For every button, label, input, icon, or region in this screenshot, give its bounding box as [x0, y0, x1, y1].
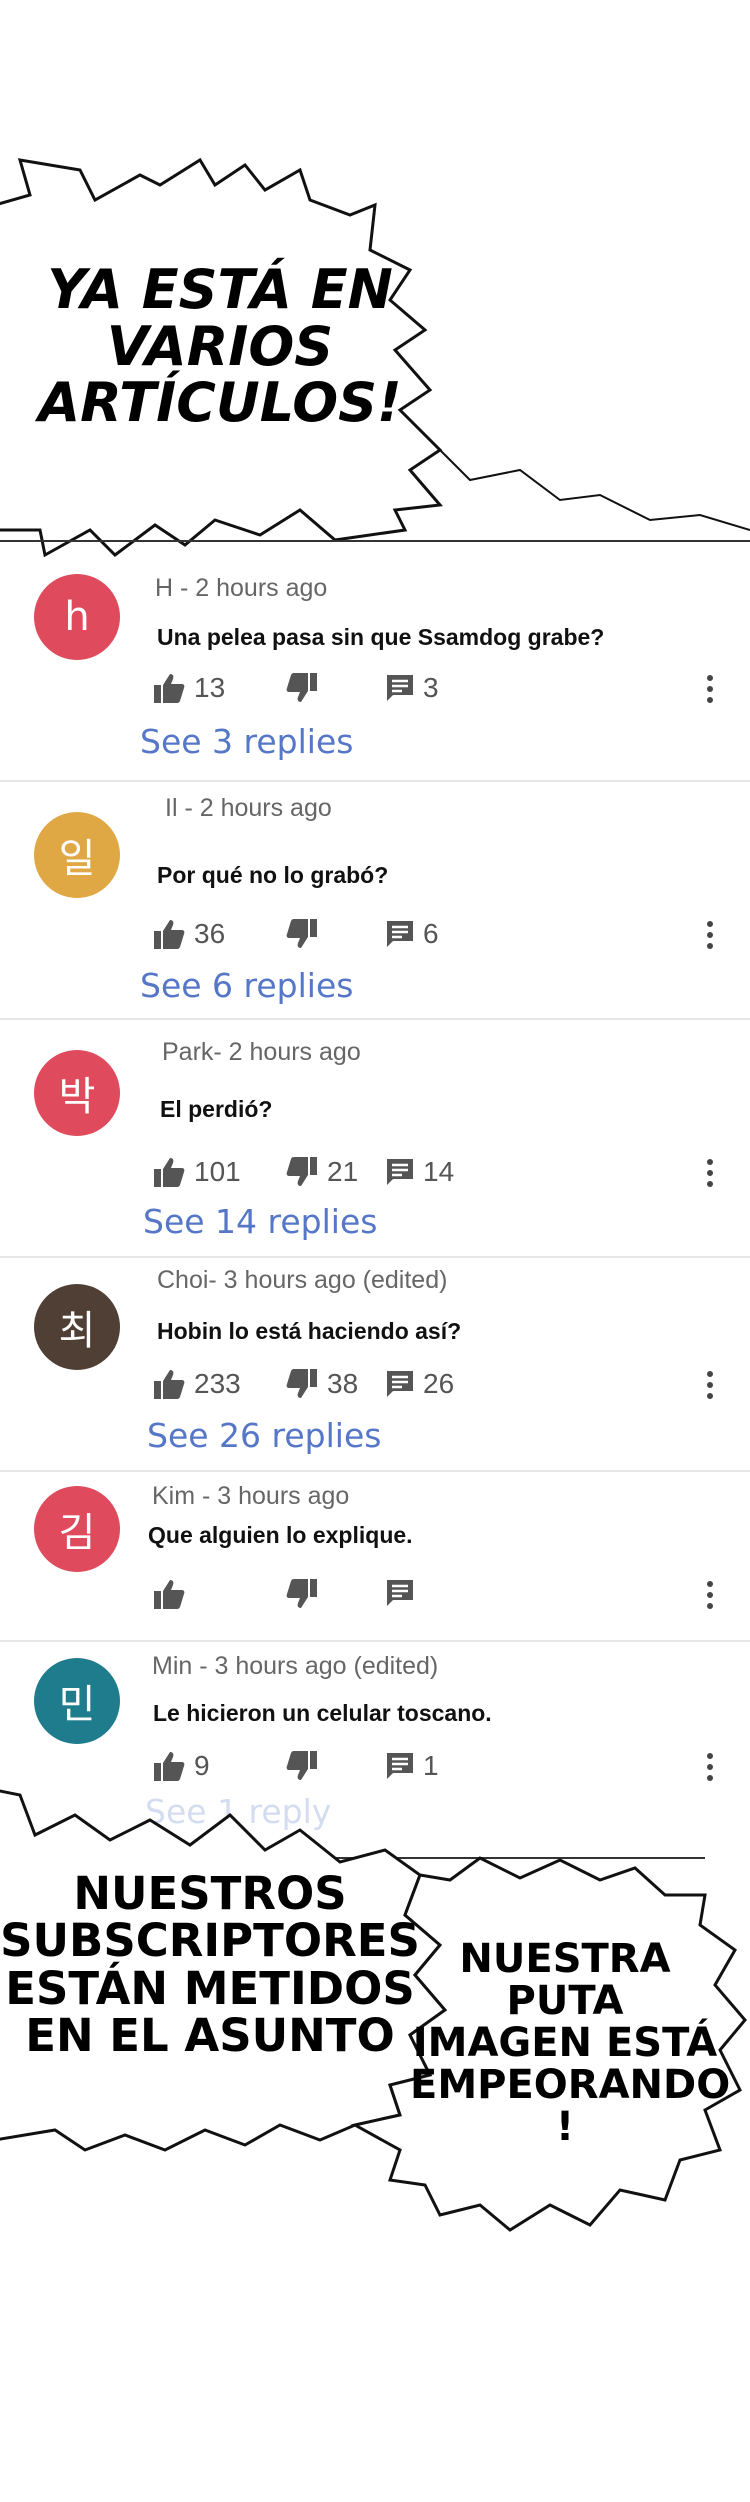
- bubble-bottom-right-line: IMAGEN ESTÁ: [412, 2020, 718, 2066]
- bubble-bottom-left-line: NUESTROS: [73, 1867, 347, 1920]
- bubble-bottom-left-text: NUESTROS SUBSCRIPTORES ESTÁN METIDOS EN …: [0, 1870, 420, 2059]
- bubble-bottom-left-line: ESTÁN METIDOS: [5, 1961, 415, 2015]
- bubble-bottom-right-line: NUESTRA: [459, 1936, 671, 1982]
- bubble-bottom-right-line: EMPEORANDO: [410, 2062, 731, 2108]
- bubble-bottom-right-line: !: [555, 2104, 575, 2150]
- bubble-bottom-left-line: EN EL ASUNTO: [25, 2008, 395, 2062]
- bubble-bottom-right-line: PUTA: [506, 1978, 624, 2024]
- bubble-bottom-left-line: SUBSCRIPTORES: [0, 1914, 420, 1968]
- bubble-bottom-right-text: NUESTRA PUTA IMAGEN ESTÁ EMPEORANDO !: [410, 1936, 731, 2150]
